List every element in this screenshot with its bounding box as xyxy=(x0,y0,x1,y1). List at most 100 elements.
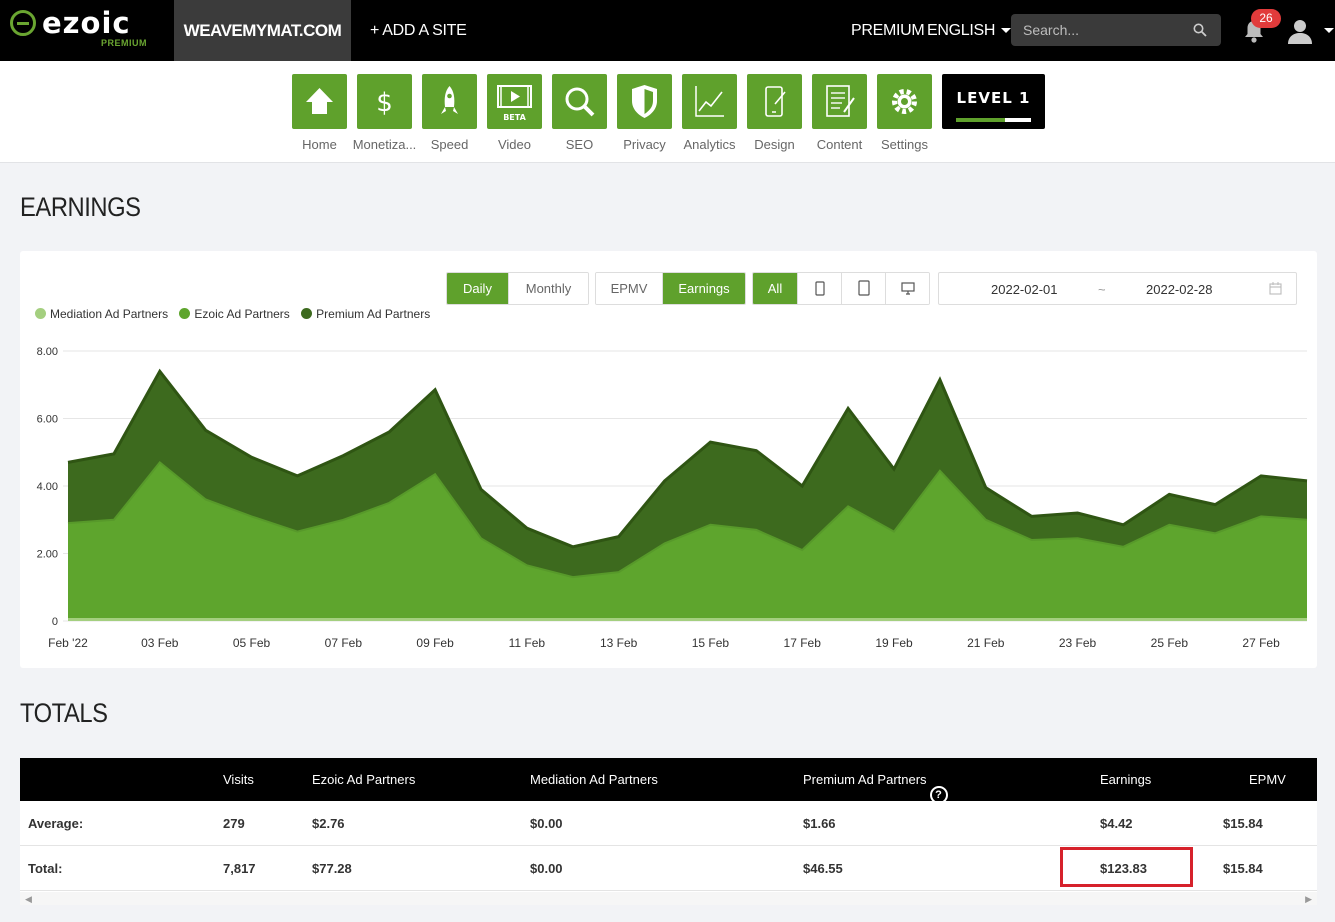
tablet-icon xyxy=(858,280,870,296)
x-tick-label: 17 Feb xyxy=(784,636,822,650)
col-premium: Premium Ad Partners? xyxy=(803,772,948,804)
app-toolbar: Home $ Monetiza... Speed BETA Video SEO … xyxy=(0,61,1335,163)
cell-visits: 279 xyxy=(223,816,245,831)
horizontal-scrollbar[interactable]: ◀ ▶ xyxy=(20,892,1317,905)
dollar-icon: $ xyxy=(376,88,393,118)
metric-toggle: EPMV Earnings xyxy=(595,272,746,305)
y-tick-label: 4.00 xyxy=(37,481,58,493)
all-devices-button[interactable]: All xyxy=(753,273,797,304)
table-header: Visits Ezoic Ad Partners Mediation Ad Pa… xyxy=(20,758,1317,804)
monthly-button[interactable]: Monthly xyxy=(508,273,588,304)
row-label: Total: xyxy=(28,861,63,876)
beta-tag: BETA xyxy=(503,113,526,122)
add-site-link[interactable]: + ADD A SITE xyxy=(370,0,467,61)
ezoic-logo[interactable]: ezoic PREMIUM xyxy=(10,6,160,53)
design-icon xyxy=(765,86,786,117)
col-epmv: EPMV xyxy=(1249,772,1286,787)
tablet-button[interactable] xyxy=(841,273,885,304)
x-tick-label: Feb '22 xyxy=(48,636,88,650)
mobile-button[interactable] xyxy=(797,273,841,304)
y-tick-label: 2.00 xyxy=(37,549,58,561)
earnings-title: EARNINGS xyxy=(20,192,141,222)
cell-premium: $46.55 xyxy=(803,861,843,876)
video-icon: BETA xyxy=(497,85,532,122)
x-tick-label: 15 Feb xyxy=(692,636,730,650)
cell-ezoic: $2.76 xyxy=(312,816,345,831)
col-ezoic: Ezoic Ad Partners xyxy=(312,772,416,787)
svg-text:$: $ xyxy=(376,88,393,118)
col-earnings: Earnings xyxy=(1100,772,1152,787)
level-badge[interactable]: LEVEL 1 xyxy=(942,74,1045,129)
mobile-icon xyxy=(815,281,825,296)
site-tab[interactable]: WEAVEMYMAT.COM xyxy=(174,0,351,61)
legend-item[interactable]: Premium Ad Partners xyxy=(301,307,430,321)
document-icon xyxy=(826,85,855,117)
level-progress-bar xyxy=(956,118,1031,122)
scroll-right-icon[interactable]: ▶ xyxy=(1305,894,1312,905)
language-label: ENGLISH xyxy=(927,22,996,39)
cell-earnings: $4.42 xyxy=(1100,816,1133,831)
period-toggle: Daily Monthly xyxy=(446,272,589,305)
logo-premium-label: PREMIUM xyxy=(101,38,147,48)
x-tick-label: 21 Feb xyxy=(967,636,1005,650)
tool-video[interactable]: BETA Video xyxy=(487,74,542,152)
cell-premium: $1.66 xyxy=(803,816,836,831)
cell-visits: 7,817 xyxy=(223,861,256,876)
epmv-button[interactable]: EPMV xyxy=(596,273,662,304)
earnings-area-chart: 0 2.00 4.00 6.00 8.00 Feb '22 03 Feb 05 Feb 07 F… xyxy=(37,346,1308,650)
x-tick-label: 13 Feb xyxy=(600,636,638,650)
language-dropdown[interactable]: ENGLISH xyxy=(927,0,1012,61)
tool-settings[interactable]: Settings xyxy=(877,74,932,152)
search-box xyxy=(1011,14,1221,46)
date-range-picker[interactable]: 2022-02-01 ~ 2022-02-28 xyxy=(938,272,1297,305)
date-start: 2022-02-01 xyxy=(991,282,1058,297)
y-tick-label: 8.00 xyxy=(37,346,58,358)
totals-table: Visits Ezoic Ad Partners Mediation Ad Pa… xyxy=(20,758,1317,905)
legend-item[interactable]: Mediation Ad Partners xyxy=(35,307,168,321)
cell-mediation: $0.00 xyxy=(530,861,563,876)
x-tick-label: 19 Feb xyxy=(875,636,913,650)
earnings-chart-card: Daily Monthly EPMV Earnings All 2022-02-… xyxy=(20,251,1317,668)
premium-link[interactable]: PREMIUM xyxy=(851,0,925,61)
desktop-button[interactable] xyxy=(885,273,929,304)
search-icon[interactable] xyxy=(1193,23,1207,37)
date-end: 2022-02-28 xyxy=(1146,282,1213,297)
totals-title: TOTALS xyxy=(20,698,108,728)
scroll-left-icon[interactable]: ◀ xyxy=(25,894,32,905)
x-tick-label: 27 Feb xyxy=(1242,636,1280,650)
tool-seo[interactable]: SEO xyxy=(552,74,607,152)
user-avatar-icon[interactable] xyxy=(1287,18,1313,44)
tool-content[interactable]: Content xyxy=(812,74,867,152)
cell-ezoic: $77.28 xyxy=(312,861,352,876)
user-menu-chevron-icon[interactable] xyxy=(1324,28,1334,33)
cell-epmv: $15.84 xyxy=(1223,861,1263,876)
rocket-icon xyxy=(441,86,458,114)
col-mediation: Mediation Ad Partners xyxy=(530,772,658,787)
legend-item[interactable]: Ezoic Ad Partners xyxy=(179,307,290,321)
level-label: LEVEL 1 xyxy=(956,89,1031,107)
tool-speed[interactable]: Speed xyxy=(422,74,477,152)
desktop-icon xyxy=(901,282,915,295)
search-input[interactable] xyxy=(1011,14,1205,46)
home-icon xyxy=(306,88,333,114)
calendar-icon[interactable] xyxy=(1269,282,1282,295)
top-navbar: ezoic PREMIUM WEAVEMYMAT.COM + ADD A SIT… xyxy=(0,0,1335,61)
cell-epmv: $15.84 xyxy=(1223,816,1263,831)
notification-badge[interactable]: 26 xyxy=(1251,9,1281,28)
tool-design[interactable]: Design xyxy=(747,74,802,152)
magnifier-icon xyxy=(565,87,595,117)
x-tick-label: 25 Feb xyxy=(1151,636,1189,650)
table-row: Average: 279 $2.76 $0.00 $1.66 $4.42 $15… xyxy=(20,801,1317,846)
tool-home[interactable]: Home xyxy=(292,74,347,152)
x-tick-label: 09 Feb xyxy=(416,636,454,650)
earnings-button[interactable]: Earnings xyxy=(662,273,745,304)
row-label: Average: xyxy=(28,816,84,831)
x-tick-label: 23 Feb xyxy=(1059,636,1097,650)
tool-monetization[interactable]: $ Monetiza... xyxy=(353,74,416,152)
device-toggle: All xyxy=(752,272,930,305)
total-earnings-highlight xyxy=(1060,847,1193,887)
line-chart-icon xyxy=(695,86,724,117)
daily-button[interactable]: Daily xyxy=(447,273,508,304)
tool-privacy[interactable]: Privacy xyxy=(617,74,672,152)
tool-analytics[interactable]: Analytics xyxy=(682,74,737,152)
